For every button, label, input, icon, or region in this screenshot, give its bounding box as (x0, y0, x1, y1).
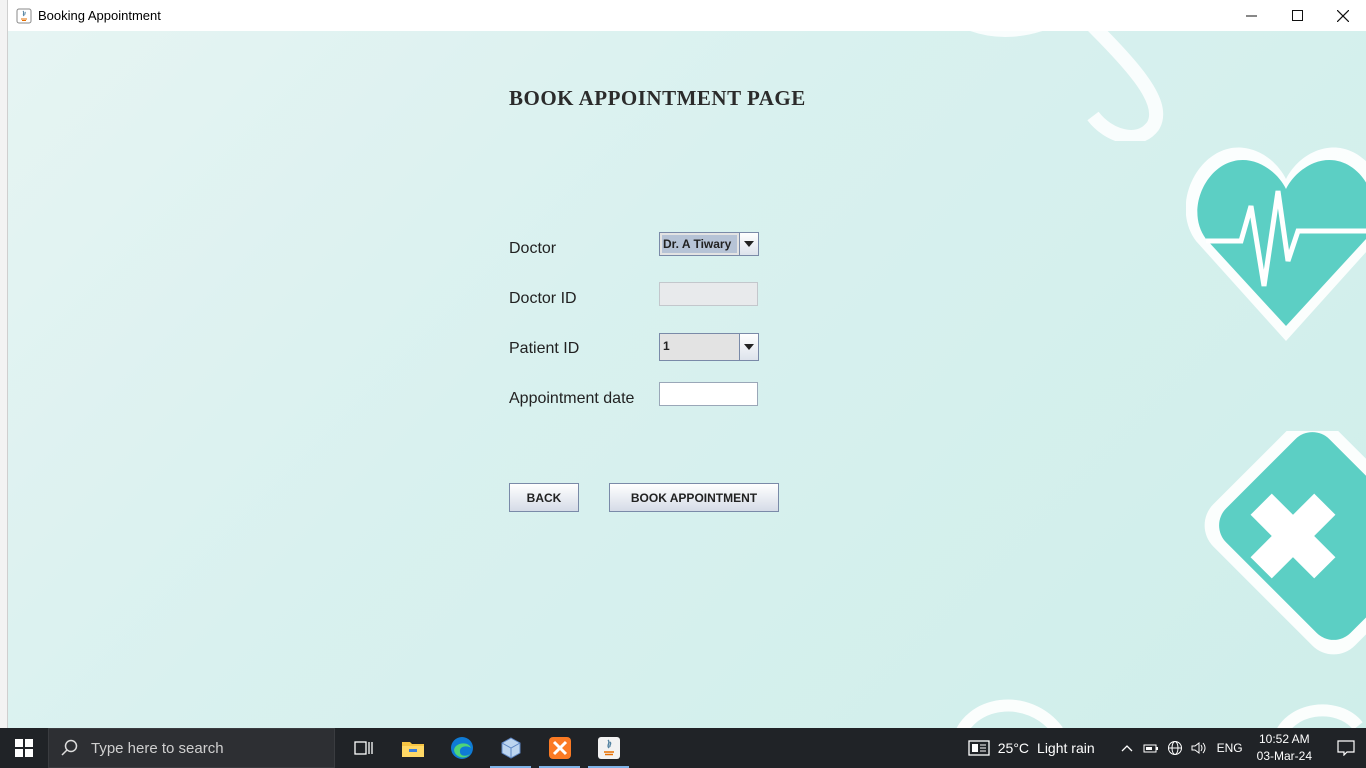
back-button[interactable]: BACK (509, 483, 579, 512)
search-placeholder: Type here to search (91, 739, 224, 757)
virtualbox-icon (501, 737, 520, 759)
weather-condition: Light rain (1037, 740, 1095, 756)
java-icon (597, 737, 620, 759)
stethoscope-decoration (971, 31, 1164, 141)
input-language[interactable]: ENG (1217, 741, 1243, 755)
doctor-id-field (659, 282, 758, 306)
chevron-down-icon (744, 344, 754, 350)
minimize-icon (1245, 15, 1257, 17)
book-appointment-button[interactable]: BOOK APPOINTMENT (609, 483, 779, 512)
background-window-edge (0, 0, 8, 728)
system-tray: 25°C Light rain ENG 10:52 AM 03-Mar-24 (968, 728, 1366, 768)
maximize-icon (1291, 10, 1303, 21)
appointment-date-field[interactable] (659, 382, 758, 406)
show-hidden-icons-button[interactable] (1115, 744, 1139, 752)
page-title: BOOK APPOINTMENT PAGE (509, 86, 806, 110)
heart-decoration (1186, 147, 1366, 341)
search-icon (61, 739, 78, 756)
clock-date: 03-Mar-24 (1256, 749, 1312, 763)
doctor-id-label: Doctor ID (509, 290, 577, 307)
minimize-button[interactable] (1228, 0, 1274, 31)
edge-icon (450, 737, 473, 759)
virtualbox-button[interactable] (486, 728, 535, 768)
file-explorer-button[interactable] (388, 728, 437, 768)
weather-temp: 25°C (997, 740, 1030, 756)
edge-button[interactable] (437, 728, 486, 768)
notification-center-button[interactable] (1326, 740, 1366, 756)
java-app-icon (16, 8, 32, 23)
window-title-bar[interactable]: Booking Appointment (8, 0, 1366, 31)
patient-id-dropdown-button[interactable] (739, 334, 758, 360)
java-button[interactable] (584, 728, 633, 768)
patient-id-select-value: 1 (663, 339, 670, 353)
appointment-date-label: Appointment date (509, 390, 635, 407)
task-view-button[interactable] (339, 728, 388, 768)
taskbar: Type here to search 25°C Light rain ENG … (0, 728, 1366, 768)
windows-logo-icon (15, 739, 33, 757)
patient-id-label: Patient ID (509, 340, 580, 357)
battery-button[interactable] (1139, 742, 1163, 754)
task-view-icon (353, 741, 373, 755)
doctor-select[interactable]: Dr. A Tiwary (659, 232, 759, 256)
taskbar-search[interactable]: Type here to search (48, 728, 335, 768)
notification-icon (1337, 740, 1355, 756)
weather-widget[interactable]: 25°C Light rain (968, 740, 1095, 756)
volume-button[interactable] (1187, 741, 1211, 755)
start-button[interactable] (0, 728, 48, 768)
speaker-icon (1191, 742, 1206, 754)
doctor-label: Doctor (509, 240, 557, 257)
chevron-down-icon (744, 241, 754, 247)
doctor-dropdown-button[interactable] (739, 233, 758, 255)
chevron-up-icon (1121, 745, 1133, 752)
news-weather-icon (968, 740, 990, 756)
window-title: Booking Appointment (38, 8, 161, 23)
booking-form-panel: BOOK APPOINTMENT PAGE Doctor Dr. A Tiwar… (8, 31, 1366, 728)
globe-icon (1167, 741, 1182, 755)
battery-icon (1143, 744, 1158, 753)
taskbar-clock[interactable]: 10:52 AM 03-Mar-24 (1257, 731, 1312, 765)
maximize-button[interactable] (1274, 0, 1320, 31)
xampp-icon (548, 737, 571, 759)
window-controls (1228, 0, 1366, 31)
clock-time: 10:52 AM (1258, 732, 1310, 746)
file-explorer-icon (401, 742, 424, 757)
close-button[interactable] (1320, 0, 1366, 31)
doctor-select-value: Dr. A Tiwary (662, 235, 737, 253)
bottom-ring-decoration (956, 699, 1363, 728)
network-button[interactable] (1163, 740, 1187, 756)
bandage-cross-decoration (1204, 431, 1366, 655)
patient-id-select[interactable]: 1 (659, 333, 759, 361)
close-icon (1337, 9, 1349, 22)
xampp-button[interactable] (535, 728, 584, 768)
